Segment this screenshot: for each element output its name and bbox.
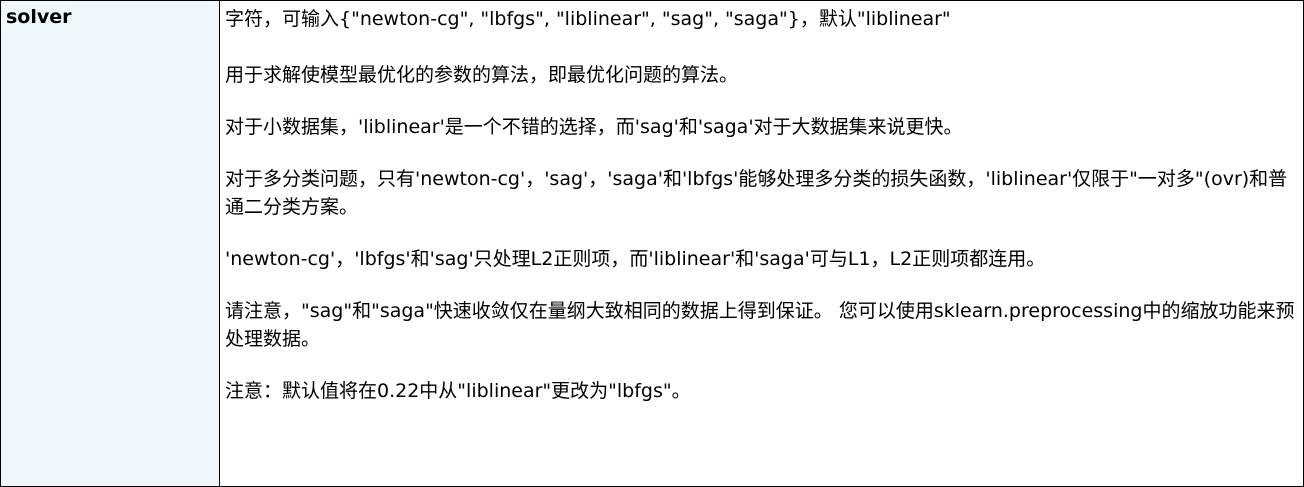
parameter-name: solver xyxy=(6,6,72,28)
parameter-description-cell: 字符，可输入{"newton-cg", "lbfgs", "liblinear"… xyxy=(220,1,1303,486)
description-paragraph-penalty: 'newton-cg'，'lbfgs'和'sag'只处理L2正则项，而'libl… xyxy=(225,248,1046,270)
description-paragraph-convergence-note: 请注意，"sag"和"saga"快速收敛仅在量纲大致相同的数据上得到保证。 您可… xyxy=(225,300,1295,350)
parameter-table: solver 字符，可输入{"newton-cg", "lbfgs", "lib… xyxy=(0,0,1304,487)
description-paragraph-default: 字符，可输入{"newton-cg", "lbfgs", "liblinear"… xyxy=(225,8,951,30)
description-paragraph-small-datasets: 对于小数据集，'liblinear'是一个不错的选择，而'sag'和'saga'… xyxy=(225,116,963,138)
description-paragraph-default-change-note: 注意：默认值将在0.22中从"liblinear"更改为"lbfgs"。 xyxy=(225,380,691,402)
parameter-name-cell: solver xyxy=(1,1,220,486)
description-paragraph-purpose: 用于求解使模型最优化的参数的算法，即最优化问题的算法。 xyxy=(225,64,739,86)
description-paragraph-multiclass: 对于多分类问题，只有'newton-cg'，'sag'，'saga'和'lbfg… xyxy=(225,168,1288,218)
